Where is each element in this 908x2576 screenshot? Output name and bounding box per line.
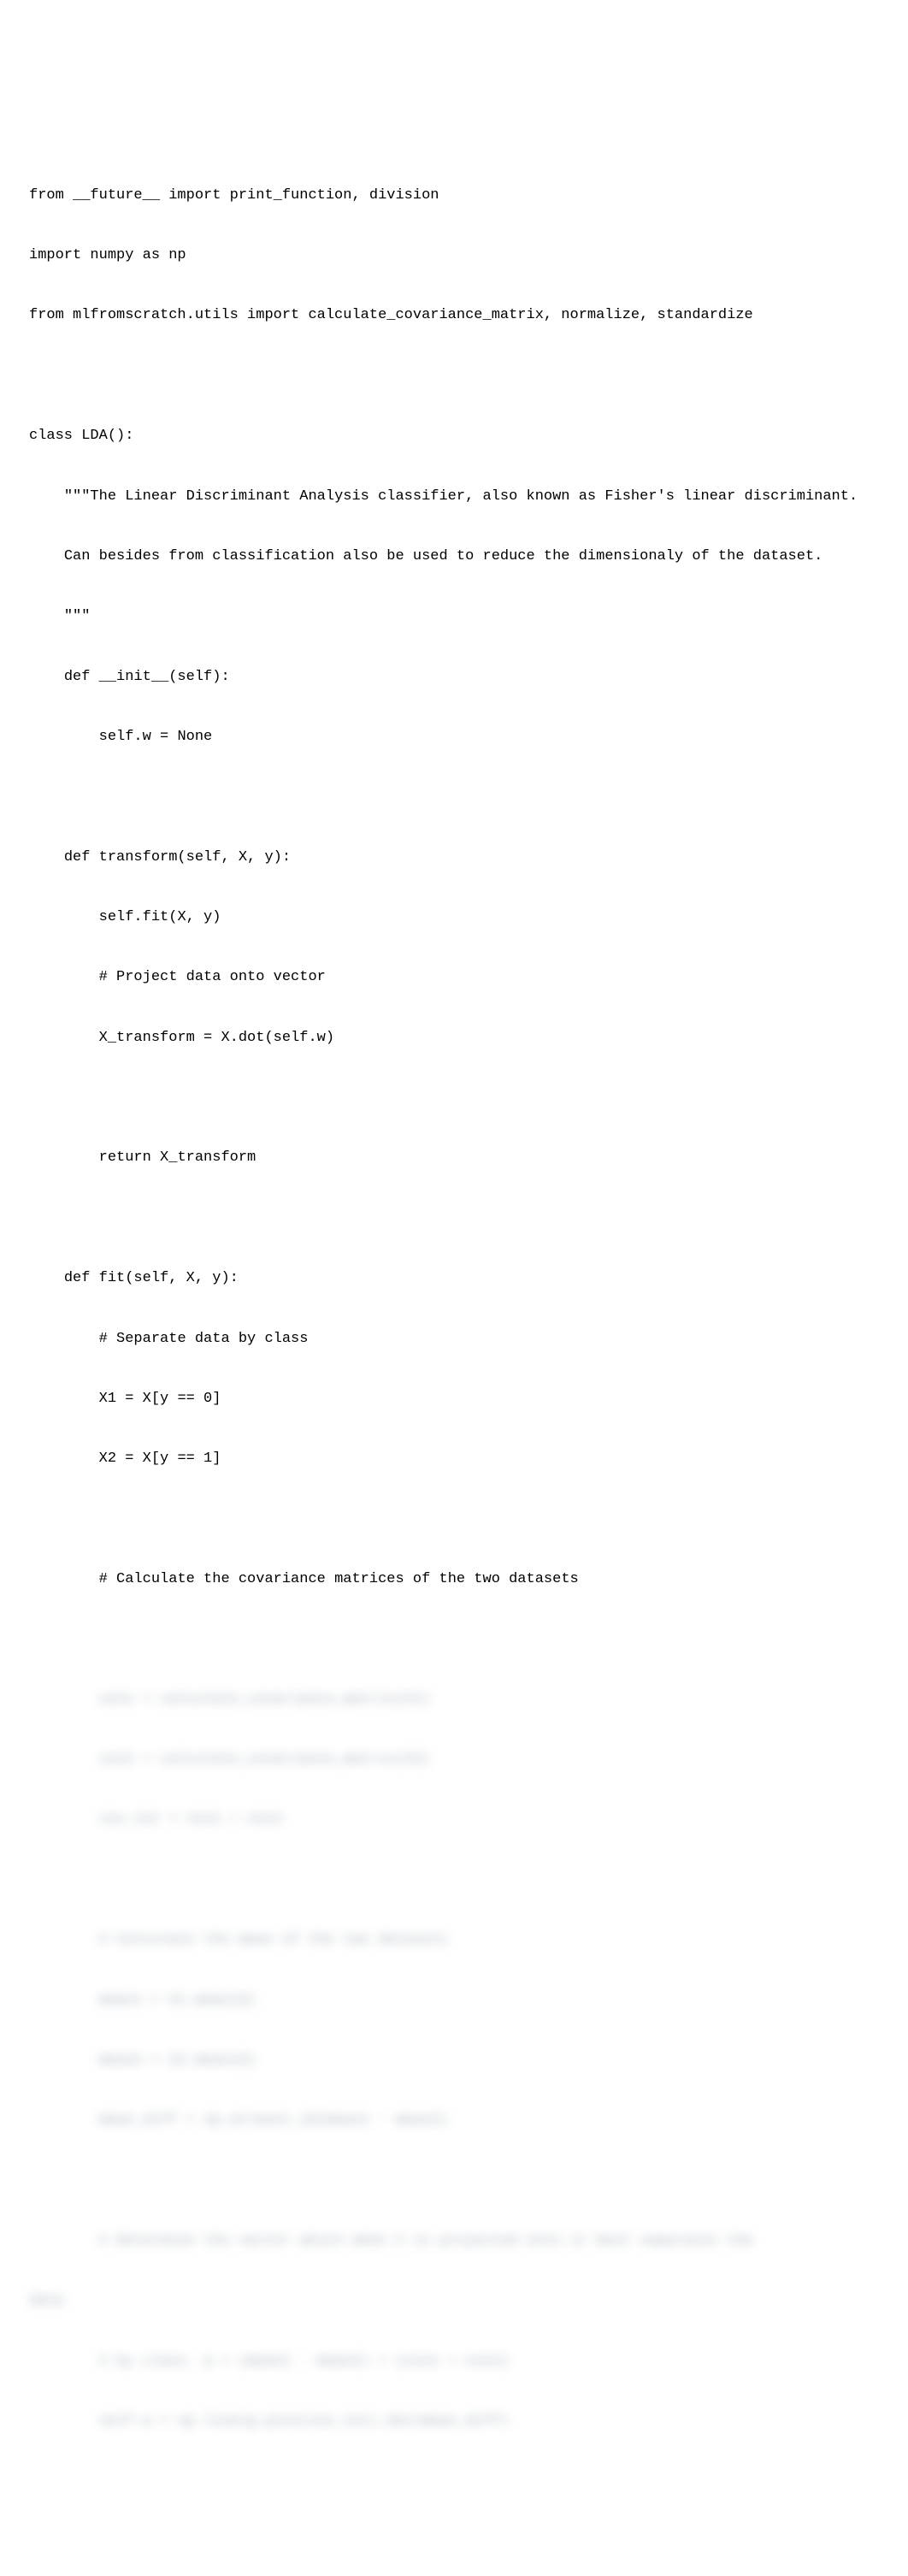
blurred-code-line: cov2 = calculate_covariance_matrix(X2): [29, 1750, 879, 1770]
code-line: self.w = None: [29, 727, 879, 747]
code-line: def fit(self, X, y):: [29, 1268, 879, 1288]
blurred-code-line: mean1 = X1.mean(0): [29, 1991, 879, 2011]
blurred-code-line: # Determine the vector which when X is p…: [29, 2231, 879, 2251]
blurred-code-line: [29, 2472, 879, 2491]
blurred-code-line: mean2 = X2.mean(0): [29, 2051, 879, 2071]
blurred-code-line: [29, 2532, 879, 2552]
code-line: Can besides from classification also be …: [29, 547, 879, 566]
code-line: [29, 366, 879, 386]
code-line: """: [29, 606, 879, 626]
code-line: return X_transform: [29, 1148, 879, 1167]
code-line: X_transform = X.dot(self.w): [29, 1028, 879, 1048]
code-line: X1 = X[y == 0]: [29, 1389, 879, 1409]
code-line: [29, 787, 879, 806]
code-line: [29, 1510, 879, 1529]
blurred-code-line: cov_tot = cov1 + cov2: [29, 1810, 879, 1829]
blurred-code-line: mean_diff = np.atleast_1d(mean1 - mean2): [29, 2111, 879, 2130]
blurred-code-line: [29, 1870, 879, 1890]
blurred-code-line: [29, 2171, 879, 2191]
blurred-code-line: cov1 = calculate_covariance_matrix(X1): [29, 1690, 879, 1710]
blurred-code-line: # Calculate the mean of the two datasets: [29, 1930, 879, 1950]
code-line: X2 = X[y == 1]: [29, 1449, 879, 1468]
code-line: # Calculate the covariance matrices of t…: [29, 1569, 879, 1589]
code-line: def transform(self, X, y):: [29, 848, 879, 867]
blurred-code-line: # by class. w = (mean1 - mean2) / (cov1 …: [29, 2352, 879, 2372]
obscured-code-region: cov1 = calculate_covariance_matrix(X1) c…: [29, 1650, 879, 2576]
code-line: [29, 1088, 879, 1108]
code-line: from __future__ import print_function, d…: [29, 186, 879, 205]
code-line: def __init__(self):: [29, 667, 879, 687]
blurred-code-line: data: [29, 2291, 879, 2311]
code-line: [29, 1208, 879, 1228]
code-line: """The Linear Discriminant Analysis clas…: [29, 487, 879, 506]
code-line: # Separate data by class: [29, 1329, 879, 1349]
code-line: self.fit(X, y): [29, 907, 879, 927]
blurred-code-line: self.w = np.linalg.pinv(cov_tot).dot(mea…: [29, 2412, 879, 2431]
code-line: # Project data onto vector: [29, 967, 879, 987]
code-line: class LDA():: [29, 426, 879, 446]
code-line: from mlfromscratch.utils import calculat…: [29, 305, 879, 325]
code-document: from __future__ import print_function, d…: [29, 145, 879, 2576]
code-line: import numpy as np: [29, 245, 879, 265]
